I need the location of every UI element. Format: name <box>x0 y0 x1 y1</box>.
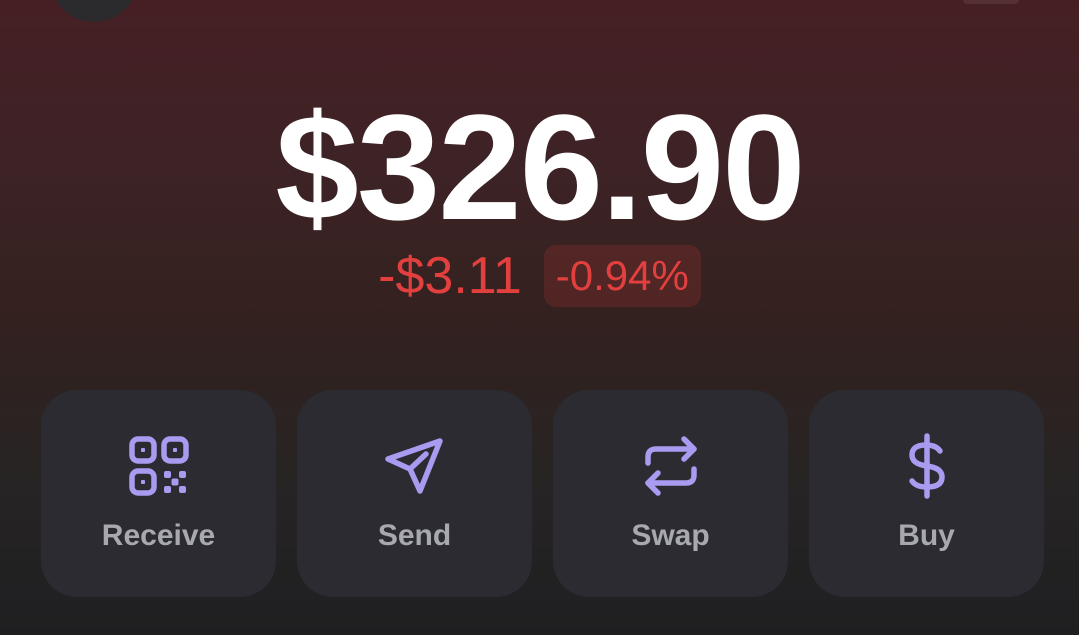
swap-button[interactable]: Swap <box>553 390 788 597</box>
buy-label: Buy <box>898 519 955 552</box>
action-buttons: Receive Send Swap Buy <box>41 390 1044 597</box>
dollar-icon <box>894 433 960 499</box>
send-icon <box>382 433 448 499</box>
avatar[interactable] <box>50 0 138 22</box>
send-label: Send <box>377 519 452 552</box>
receive-label: Receive <box>101 519 216 552</box>
swap-arrows-icon <box>638 433 704 499</box>
change-amount: -$3.11 <box>378 247 522 305</box>
qr-code-icon <box>126 433 192 499</box>
header-menu[interactable] <box>963 0 1019 4</box>
swap-label: Swap <box>631 519 710 552</box>
buy-button[interactable]: Buy <box>809 390 1044 597</box>
balance-change: -$3.11 -0.94% <box>0 244 1079 308</box>
total-balance: $326.90 <box>275 83 805 251</box>
receive-button[interactable]: Receive <box>41 390 276 597</box>
change-percent-badge: -0.94% <box>543 245 701 307</box>
send-button[interactable]: Send <box>297 390 532 597</box>
